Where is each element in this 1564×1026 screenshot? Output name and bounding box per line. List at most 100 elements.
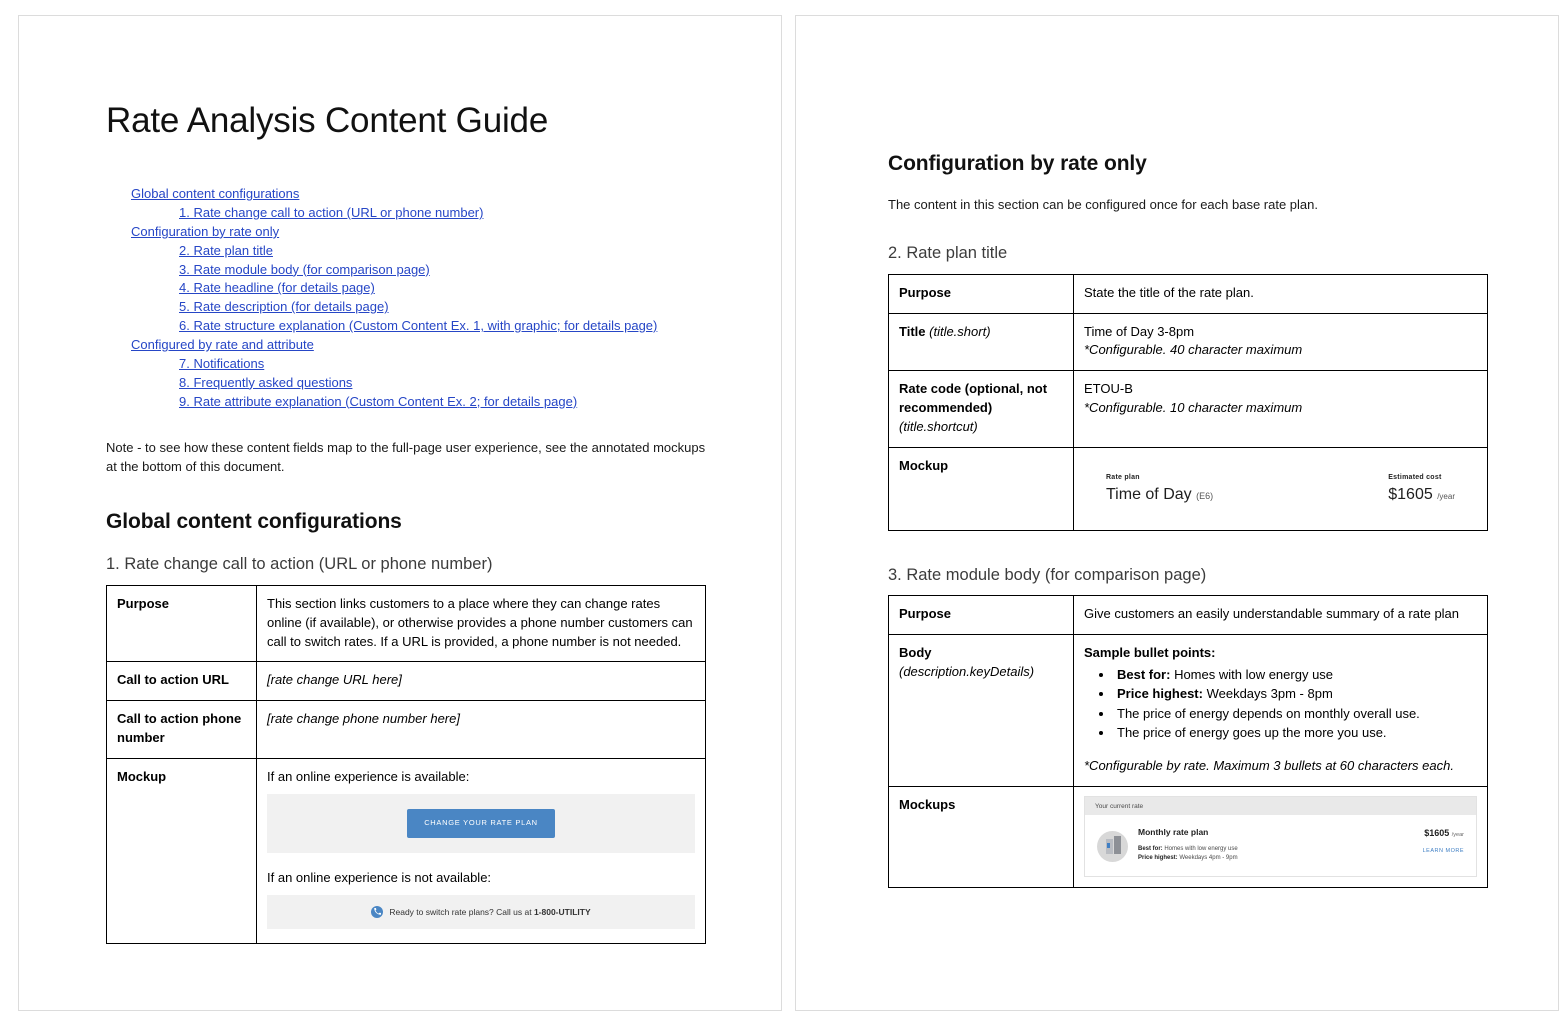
- mockup-caption-online-not-available: If an online experience is not available…: [267, 869, 492, 885]
- cell-label-mockup: Mockup: [106, 757, 257, 945]
- cell-label-body-text: Body: [899, 645, 932, 661]
- table-row-mockup: Mockup If an online experience is availa…: [106, 757, 706, 945]
- mockup-rate-plan-eyebrow: Rate plan: [1106, 473, 1140, 481]
- page-title: Rate Analysis Content Guide: [106, 101, 549, 140]
- table-rate-plan-title: Purpose State the title of the rate plan…: [888, 273, 1488, 531]
- section-intro-text: The content in this section can be confi…: [888, 197, 1318, 213]
- cell-value-rate-code: ETOU-B *Configurable. 10 character maxim…: [1073, 370, 1488, 448]
- cell-label-purpose: Purpose: [106, 584, 257, 663]
- toc-link-4-rate-headline[interactable]: 4. Rate headline (for details page): [179, 279, 706, 298]
- mockup-estimated-cost-block: Estimated cost $1605 /year: [1388, 473, 1455, 504]
- mockup-caption-online-available: If an online experience is available:: [267, 768, 470, 784]
- cell-value-purpose: State the title of the rate plan.: [1073, 273, 1488, 314]
- rate-code-value: ETOU-B: [1084, 381, 1133, 397]
- toc-link-8-frequently-asked-questions[interactable]: 8. Frequently asked questions: [179, 374, 706, 393]
- cell-label-body: Body (description.keyDetails): [888, 634, 1074, 787]
- title-config-note: *Configurable. 40 character maximum: [1084, 342, 1303, 358]
- table-row-mockups: Mockups Your current rate Monthly rate p…: [888, 785, 1488, 889]
- mockup-current-rate-card: Your current rate Monthly rate plan Best…: [1084, 795, 1477, 878]
- title-value: Time of Day 3-8pm: [1084, 323, 1195, 339]
- cell-label-title-text: Title: [899, 323, 926, 339]
- mockup-rate-plan-block: Rate plan Time of Day (E6): [1106, 473, 1213, 504]
- mockup-cost-value: $1605: [1388, 485, 1433, 503]
- phone-banner-text: Ready to switch rate plans? Call us at 1…: [389, 906, 590, 918]
- table-rate-module-body: Purpose Give customers an easily underst…: [888, 595, 1488, 889]
- change-your-rate-plan-button[interactable]: CHANGE YOUR RATE PLAN: [407, 808, 555, 838]
- cell-label-rate-code: Rate code (optional, not recommended) (ti…: [888, 370, 1074, 448]
- document-viewport: Rate Analysis Content Guide Global conte…: [0, 0, 1564, 1026]
- cell-value-purpose: Give customers an easily understandable …: [1073, 595, 1488, 636]
- table-row-purpose: Purpose State the title of the rate plan…: [888, 273, 1488, 314]
- subsection-heading-1-rate-change-call-to-action: 1. Rate change call to action (URL or ph…: [106, 555, 493, 574]
- cell-value-cta-url: [rate change URL here]: [256, 661, 706, 702]
- document-note: Note - to see how these content fields m…: [106, 440, 706, 475]
- subsection-heading-2-rate-plan-title: 2. Rate plan title: [888, 244, 1008, 263]
- toc-link-configuration-by-rate-only[interactable]: Configuration by rate only: [131, 223, 706, 242]
- section-heading-configuration-by-rate-only: Configuration by rate only: [888, 152, 1147, 175]
- mockup-card-body: Monthly rate plan Best for: Homes with l…: [1085, 815, 1476, 876]
- mockup-card-main: Monthly rate plan Best for: Homes with l…: [1138, 826, 1413, 863]
- learn-more-link[interactable]: LEARN MORE: [1423, 848, 1464, 856]
- mockup-rate-plan-code: (E6): [1196, 490, 1214, 501]
- bullet-rest-1: Weekdays 3pm - 8pm: [1202, 686, 1333, 702]
- sample-bullet-list: Best for: Homes with low energy use Pric…: [1084, 665, 1477, 743]
- page-left-content: Rate Analysis Content Guide Global conte…: [106, 101, 706, 978]
- mockup-card-header: Your current rate: [1085, 796, 1476, 816]
- phone-banner-prefix: Ready to switch rate plans? Call us at: [389, 906, 534, 917]
- cell-label-cta-url: Call to action URL: [106, 661, 257, 702]
- cell-label-title-field: (title.short): [929, 323, 991, 339]
- cell-label-mockups: Mockups: [888, 785, 1074, 889]
- cell-label-purpose: Purpose: [888, 595, 1074, 636]
- mockup-card-line-1: Best for: Homes with low energy use: [1138, 845, 1413, 854]
- toc-link-5-rate-description[interactable]: 5. Rate description (for details page): [179, 298, 706, 317]
- table-row-title: Title (title.short) Time of Day 3-8pm *C…: [888, 312, 1488, 372]
- table-row-body: Body (description.keyDetails) Sample bull…: [888, 634, 1488, 787]
- mockup-cta-band: CHANGE YOUR RATE PLAN: [267, 793, 695, 853]
- cell-label-rate-code-text: Rate code (optional, not recommended): [899, 381, 1048, 416]
- cell-label-rate-code-field: (title.shortcut): [899, 418, 978, 434]
- list-item: Best for: Homes with low energy use: [1114, 665, 1477, 685]
- cell-value-purpose: This section links customers to a place …: [256, 584, 706, 663]
- list-item: The price of energy goes up the more you…: [1114, 723, 1477, 743]
- mockup-cost-eyebrow: Estimated cost: [1388, 473, 1442, 481]
- cell-label-mockup: Mockup: [888, 446, 1074, 531]
- table-row-cta-phone: Call to action phone number [rate change…: [106, 700, 706, 759]
- mockup-card-line-2: Price highest: Weekdays 4pm - 9pm: [1138, 854, 1413, 863]
- bullet-bold-1: Price highest:: [1117, 686, 1203, 702]
- page-left: Rate Analysis Content Guide Global conte…: [18, 15, 782, 1011]
- mockup-card-line-2-bold: Price highest:: [1138, 854, 1178, 861]
- toc-link-2-rate-plan-title[interactable]: 2. Rate plan title: [179, 242, 706, 261]
- toc-link-9-rate-attribute-explanation[interactable]: 9. Rate attribute explanation (Custom Co…: [179, 393, 706, 412]
- mockup-rate-plan-name-row: Time of Day (E6): [1106, 485, 1214, 504]
- toc-link-3-rate-module-body[interactable]: 3. Rate module body (for comparison page…: [179, 261, 706, 280]
- bullet-rest-2: The price of energy depends on monthly o…: [1117, 705, 1420, 721]
- phone-banner-number: 1-800-UTILITY: [533, 906, 591, 917]
- cell-label-purpose: Purpose: [888, 273, 1074, 314]
- table-row-mockup: Mockup Rate plan Time of Day (E6) Estima…: [888, 446, 1488, 531]
- toc-link-configured-by-rate-and-attribute[interactable]: Configured by rate and attribute: [131, 336, 706, 355]
- toc-link-global-content-configurations[interactable]: Global content configurations: [131, 185, 706, 204]
- cell-label-cta-phone: Call to action phone number: [106, 700, 257, 759]
- toc-link-7-notifications[interactable]: 7. Notifications: [179, 355, 706, 374]
- cell-value-body: Sample bullet points: Best for: Homes wi…: [1073, 634, 1488, 787]
- mockup-rate-plan-name: Time of Day: [1106, 485, 1192, 503]
- cell-value-title: Time of Day 3-8pm *Configurable. 40 char…: [1073, 312, 1488, 372]
- cell-value-mockup: Rate plan Time of Day (E6) Estimated cos…: [1073, 446, 1488, 531]
- table-row-rate-code: Rate code (optional, not recommended) (ti…: [888, 370, 1488, 448]
- mockup-cost-row: $1605 /year: [1388, 485, 1455, 504]
- subsection-heading-3-rate-module-body: 3. Rate module body (for comparison page…: [888, 565, 1207, 584]
- mockup-card-line-1-rest: Homes with low energy use: [1162, 845, 1238, 852]
- section-heading-global-content-configurations: Global content configurations: [106, 510, 402, 534]
- toc-link-6-rate-structure-explanation[interactable]: 6. Rate structure explanation (Custom Co…: [179, 317, 706, 336]
- table-row-purpose: Purpose Give customers an easily underst…: [888, 595, 1488, 636]
- rate-code-config-note: *Configurable. 10 character maximum: [1084, 400, 1303, 416]
- cell-value-mockups: Your current rate Monthly rate plan Best…: [1073, 785, 1488, 889]
- mockup-card-line-2-rest: Weekdays 4pm - 9pm: [1177, 854, 1238, 861]
- cell-label-body-field: (description.keyDetails): [899, 663, 1035, 679]
- phone-icon: [371, 905, 384, 918]
- bullet-rest-3: The price of energy goes up the more you…: [1117, 725, 1387, 741]
- cell-label-title: Title (title.short): [888, 312, 1074, 372]
- mockup-card-price-unit: /year: [1451, 832, 1464, 839]
- sample-bullet-points-heading: Sample bullet points:: [1084, 645, 1216, 661]
- toc-link-1-rate-change-call-to-action[interactable]: 1. Rate change call to action (URL or ph…: [179, 204, 706, 223]
